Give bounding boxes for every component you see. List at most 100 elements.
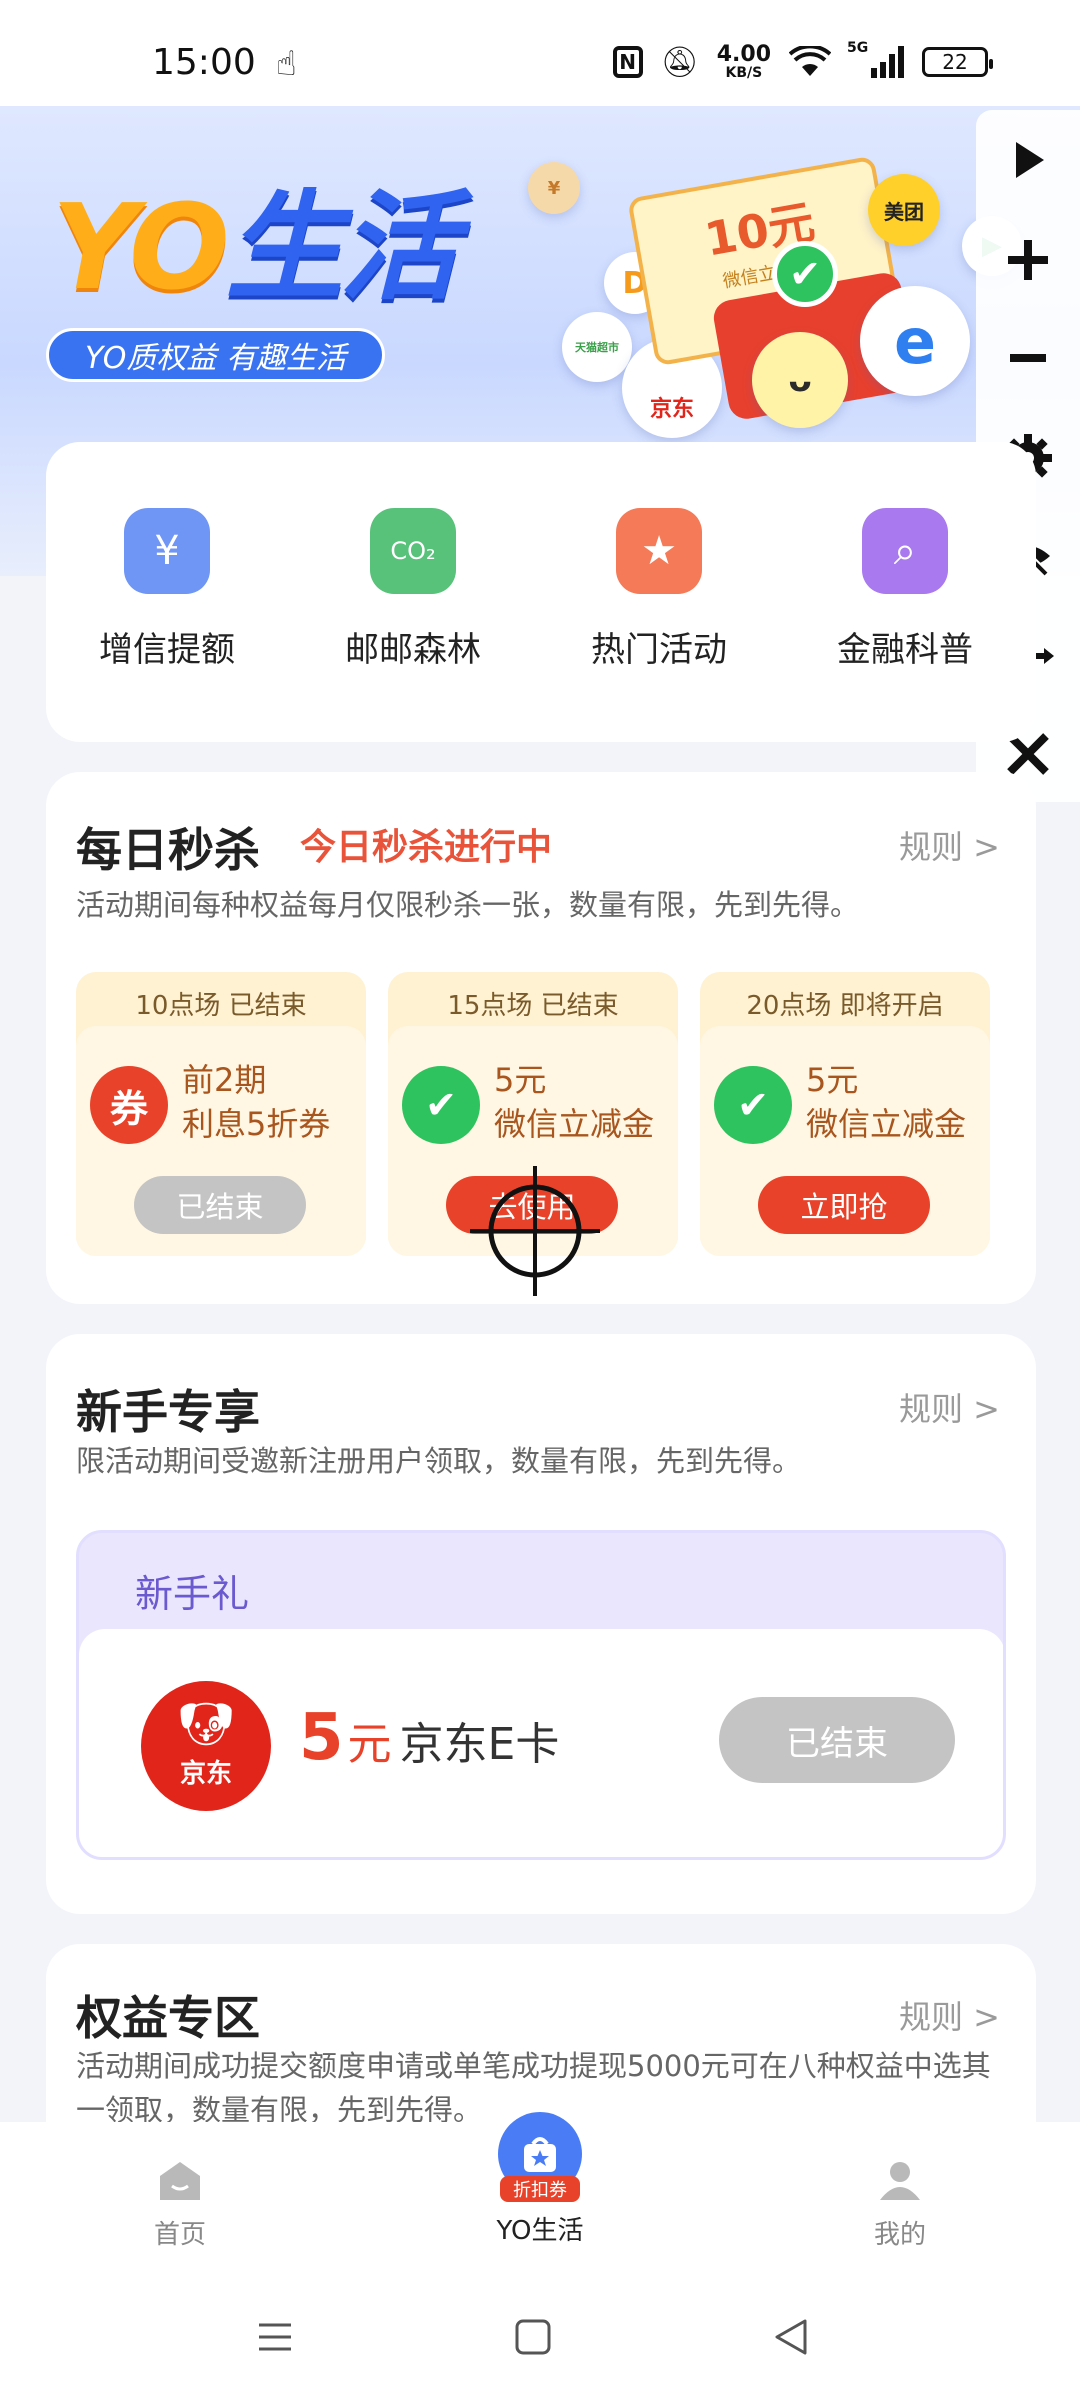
quick-entry-label: 金融科普 bbox=[837, 630, 973, 670]
gift-item: 🐶︎ 京东 5 元 京东E卡 已结束 bbox=[79, 1629, 1003, 1857]
cell-signal-icon: 5G bbox=[847, 40, 904, 78]
play-icon bbox=[1016, 142, 1044, 178]
search-document-icon: ⌕ bbox=[862, 508, 948, 594]
back-triangle-icon bbox=[775, 2319, 807, 2355]
battery-level: 22 bbox=[942, 50, 968, 74]
tab-label: 首页 bbox=[153, 2220, 206, 2250]
elearning-logo-icon: e bbox=[860, 286, 970, 396]
wallet-icon: ¥ bbox=[124, 508, 210, 594]
jd-logo-text: 京东 bbox=[179, 1758, 232, 1789]
slot-line2: 利息5折券 bbox=[182, 1105, 331, 1143]
tab-label: YO生活 bbox=[496, 2216, 584, 2246]
banner-title-yo: YO bbox=[52, 178, 230, 316]
play-button[interactable] bbox=[976, 128, 1080, 192]
gift-amount-unit: 元 bbox=[347, 1719, 392, 1770]
star-bookmark-icon: ★ bbox=[616, 508, 702, 594]
zoom-out-button[interactable] bbox=[976, 326, 1080, 390]
slot-text: 5元 微信立减金 bbox=[494, 1058, 654, 1146]
jd-dog-icon: 🐶︎ bbox=[178, 1698, 234, 1750]
flash-slot-10[interactable]: 10点场 已结束 券 前2期 利息5折券 已结束 bbox=[76, 972, 366, 1256]
slot-line1: 5元 bbox=[494, 1061, 547, 1099]
gift-ended-button[interactable]: 已结束 bbox=[719, 1697, 955, 1783]
coin-icon: ¥ bbox=[528, 162, 580, 214]
net-speed-unit: KB/S bbox=[725, 65, 763, 81]
home-icon bbox=[160, 2162, 200, 2200]
coupon-icon: 券 bbox=[90, 1066, 168, 1144]
slot-session: 20点场 即将开启 bbox=[746, 990, 944, 1021]
back-nav-button[interactable] bbox=[766, 2312, 816, 2362]
jd-logo-icon: 🐶︎ 京东 bbox=[141, 1681, 271, 1811]
slot-session: 10点场 已结束 bbox=[135, 990, 307, 1021]
gift-amount-number: 5 bbox=[299, 1701, 344, 1775]
home-nav-button[interactable] bbox=[508, 2312, 558, 2362]
flash-slot-20[interactable]: 20点场 即将开启 ✔ 5元 微信立减金 立即抢 bbox=[700, 972, 990, 1256]
rights-rule-link[interactable]: 规则 > bbox=[899, 1992, 1000, 2038]
quick-entry-credit[interactable]: ¥ 增信提额 bbox=[92, 508, 242, 671]
slot-session: 15点场 已结束 bbox=[447, 990, 619, 1021]
banner-slogan: YO质权益 有趣生活 bbox=[46, 328, 385, 382]
meituan-label: 美团 bbox=[884, 199, 924, 224]
quick-entry-forest[interactable]: CO₂ 邮邮森林 bbox=[338, 508, 488, 671]
newbie-gift-box: 新手礼 🐶︎ 京东 5 元 京东E卡 已结束 bbox=[76, 1530, 1006, 1860]
menu-lines-icon bbox=[259, 2323, 291, 2351]
quick-entries-card: ¥ 增信提额 CO₂ 邮邮森林 ★ 热门活动 ⌕ 金融科普 bbox=[46, 442, 1036, 742]
gift-amount: 5 元 京东E卡 bbox=[299, 1701, 559, 1775]
signal-label: 5G bbox=[847, 40, 869, 56]
flash-sale-rule-link[interactable]: 规则 > bbox=[899, 822, 1000, 868]
tab-mine[interactable]: 我的 bbox=[820, 2158, 980, 2251]
minus-icon bbox=[1010, 354, 1046, 362]
slot-line2: 微信立减金 bbox=[494, 1105, 655, 1143]
status-icons: N 🔕︎ 4.00 KB/S 5G 22 bbox=[612, 40, 993, 81]
status-time: 15:00 bbox=[152, 42, 256, 83]
net-speed: 4.00 KB/S bbox=[717, 44, 771, 81]
slot-ended-button[interactable]: 已结束 bbox=[134, 1176, 306, 1234]
flash-sale-live-status: 今日秒杀进行中 bbox=[300, 827, 553, 868]
plus-icon bbox=[1008, 240, 1048, 280]
slot-grab-button[interactable]: 立即抢 bbox=[758, 1176, 930, 1234]
quick-entry-label: 增信提额 bbox=[99, 630, 235, 670]
battery-icon: 22 bbox=[922, 47, 993, 77]
wechat-check-icon: ✔ bbox=[402, 1066, 480, 1144]
user-icon bbox=[880, 2162, 920, 2200]
newbie-card: 新手专享 规则 > 限活动期间受邀新注册用户领取，数量有限，先到先得。 新手礼 … bbox=[46, 1334, 1036, 1914]
meituan-logo-icon: 美团 bbox=[868, 174, 940, 246]
jd-banner-label: 京东 bbox=[649, 397, 694, 422]
tab-label: 我的 bbox=[873, 2220, 926, 2250]
banner-title: YO生活 bbox=[52, 188, 458, 306]
rabbit-mascot-icon: ᴗ bbox=[752, 332, 848, 428]
square-icon bbox=[515, 2319, 551, 2355]
wifi-icon bbox=[788, 44, 832, 78]
slot-line1: 前2期 bbox=[182, 1061, 267, 1099]
nfc-icon: N bbox=[612, 46, 643, 78]
wechat-check-icon: ✔ bbox=[714, 1066, 792, 1144]
touch-crosshair-icon bbox=[470, 1166, 600, 1296]
co2-cloud-icon: CO₂ bbox=[370, 508, 456, 594]
quick-entry-activities[interactable]: ★ 热门活动 bbox=[584, 508, 734, 671]
slot-text: 前2期 利息5折券 bbox=[182, 1058, 330, 1146]
flash-sale-desc: 活动期间每种权益每月仅限秒杀一张，数量有限，先到先得。 bbox=[76, 888, 860, 922]
recent-apps-button[interactable] bbox=[250, 2312, 300, 2362]
slot-text: 5元 微信立减金 bbox=[806, 1058, 966, 1146]
gift-name: 京东E卡 bbox=[399, 1719, 560, 1770]
flash-sale-title: 每日秒杀 bbox=[76, 823, 260, 877]
newbie-rule-link[interactable]: 规则 > bbox=[899, 1384, 1000, 1430]
tmall-label: 天猫超市 bbox=[575, 341, 619, 354]
banner-title-life: 生活 bbox=[225, 178, 458, 316]
discount-badge: 折扣券 bbox=[500, 2176, 580, 2202]
quick-entry-finance[interactable]: ⌕ 金融科普 bbox=[830, 508, 980, 671]
slot-body: ✔ 5元 微信立减金 立即抢 bbox=[700, 1026, 990, 1256]
bottom-tab-bar: 首页 YO生活 折扣券 我的 bbox=[0, 2112, 1080, 2272]
zoom-in-button[interactable] bbox=[976, 228, 1080, 292]
quick-entry-label: 邮邮森林 bbox=[345, 630, 481, 670]
tmall-logo-icon: 天猫超市 bbox=[562, 312, 632, 382]
status-bar: 15:00 ☝ N 🔕︎ 4.00 KB/S 5G 22 bbox=[0, 0, 1080, 106]
newbie-desc: 限活动期间受邀新注册用户领取，数量有限，先到先得。 bbox=[76, 1444, 802, 1478]
gift-title: 新手礼 bbox=[135, 1572, 250, 1616]
quick-entry-label: 热门活动 bbox=[591, 630, 727, 670]
slot-body: 券 前2期 利息5折券 已结束 bbox=[76, 1026, 366, 1256]
slot-line1: 5元 bbox=[806, 1061, 859, 1099]
mute-bell-icon: 🔕︎ bbox=[660, 44, 699, 80]
tab-home[interactable]: 首页 bbox=[100, 2158, 260, 2251]
check-icon: ✔ bbox=[772, 241, 838, 307]
touch-gesture-icon: ☝ bbox=[276, 44, 297, 84]
